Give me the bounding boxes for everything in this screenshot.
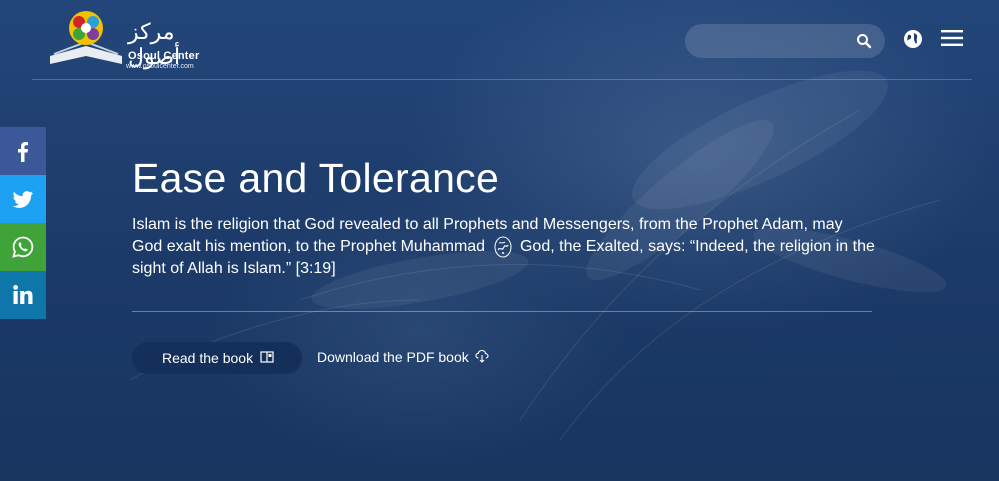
cloud-download-icon[interactable] xyxy=(475,349,489,363)
twitter-icon xyxy=(12,191,33,208)
logo-emblem-icon xyxy=(50,11,122,64)
linkedin-icon xyxy=(13,285,33,304)
salutation-calligraphy-icon xyxy=(494,236,512,258)
search-bar[interactable] xyxy=(685,24,885,60)
globe-icon[interactable] xyxy=(903,29,923,49)
read-book-label: Read the book xyxy=(162,350,254,366)
menu-icon[interactable] xyxy=(941,30,963,46)
social-share-bar xyxy=(0,127,46,319)
header-divider xyxy=(32,79,972,80)
page-description: Islam is the religion that God revealed … xyxy=(132,214,877,280)
search-input[interactable] xyxy=(699,24,853,60)
facebook-share-button[interactable] xyxy=(0,127,46,175)
read-book-button[interactable]: Read the book xyxy=(132,342,302,374)
site-header: مركز أصول Osoul Center www.osoulcenter.c… xyxy=(0,0,999,80)
site-logo[interactable]: مركز أصول Osoul Center www.osoulcenter.c… xyxy=(46,6,208,72)
download-pdf-link[interactable]: Download the PDF book xyxy=(317,349,469,365)
logo-url: www.osoulcenter.com xyxy=(126,63,194,70)
book-icon xyxy=(260,351,274,363)
twitter-share-button[interactable] xyxy=(0,175,46,223)
whatsapp-icon xyxy=(12,236,34,258)
facebook-icon xyxy=(18,142,28,162)
linkedin-share-button[interactable] xyxy=(0,271,46,319)
search-icon[interactable] xyxy=(856,33,872,49)
whatsapp-share-button[interactable] xyxy=(0,223,46,271)
logo-english-name: Osoul Center xyxy=(128,50,200,62)
content-divider xyxy=(132,311,872,312)
page-title: Ease and Tolerance xyxy=(132,155,500,201)
